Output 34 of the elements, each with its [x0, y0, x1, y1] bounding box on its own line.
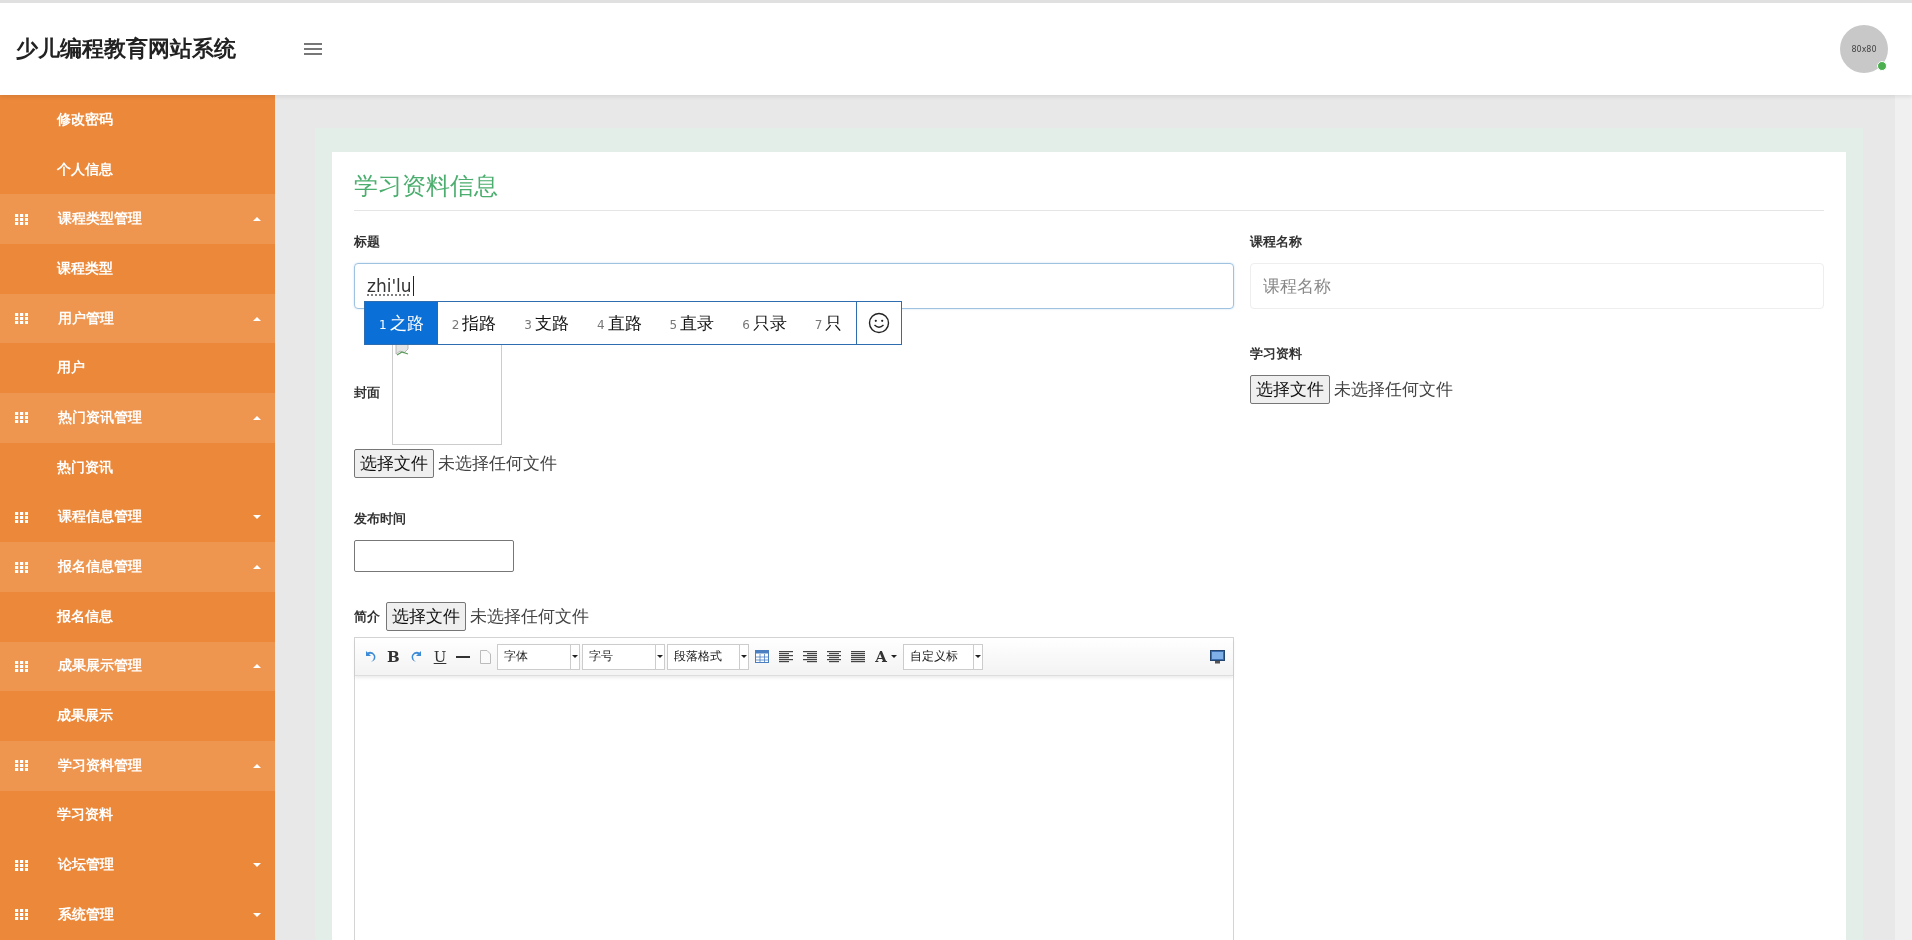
group-label: 报名信息管理: [58, 558, 142, 577]
group-label: 成果展示管理: [58, 657, 142, 676]
choose-file-button[interactable]: 选择文件: [354, 449, 434, 478]
group-label: 系统管理: [58, 905, 114, 924]
group-label: 论坛管理: [58, 856, 114, 875]
toolbar-dropdown[interactable]: 字体: [497, 643, 581, 670]
bold-button[interactable]: B: [387, 647, 400, 666]
file-status: 未选择任何文件: [470, 605, 589, 628]
ime-candidate[interactable]: 1 之路: [365, 302, 438, 344]
field-label: 发布时间: [354, 510, 406, 528]
file-status: 未选择任何文件: [1334, 378, 1453, 401]
group-label: 课程信息管理: [58, 508, 142, 527]
group-label: 学习资料管理: [58, 756, 142, 775]
group-label: 课程类型管理: [58, 210, 142, 229]
underline-button[interactable]: U: [433, 647, 447, 666]
avatar-text: 80x80: [1851, 44, 1877, 54]
font-color-button[interactable]: A: [875, 647, 897, 666]
avatar[interactable]: 80x80: [1840, 25, 1888, 73]
field-label: 标题: [354, 233, 380, 251]
field-label: 课程名称: [1250, 233, 1302, 251]
course-name-input[interactable]: 课程名称: [1250, 263, 1824, 309]
group-label: 热门资讯管理: [58, 408, 142, 427]
site-title: 少儿编程教育网站系统: [16, 35, 236, 63]
field-label: 封面: [354, 383, 380, 402]
form-title: 学习资料信息: [354, 170, 1824, 211]
toolbar-dropdown[interactable]: 自定义标: [903, 643, 983, 670]
field-label: 学习资料: [1250, 345, 1302, 363]
toolbar-dropdown[interactable]: 段落格式: [667, 643, 750, 670]
field-label: 简介: [354, 607, 380, 626]
choose-file-button[interactable]: 选择文件: [386, 602, 466, 631]
toolbar-dropdown[interactable]: 字号: [582, 643, 666, 670]
choose-file-button[interactable]: 选择文件: [1250, 375, 1330, 404]
file-status: 未选择任何文件: [438, 452, 557, 475]
group-label: 用户管理: [58, 309, 114, 328]
